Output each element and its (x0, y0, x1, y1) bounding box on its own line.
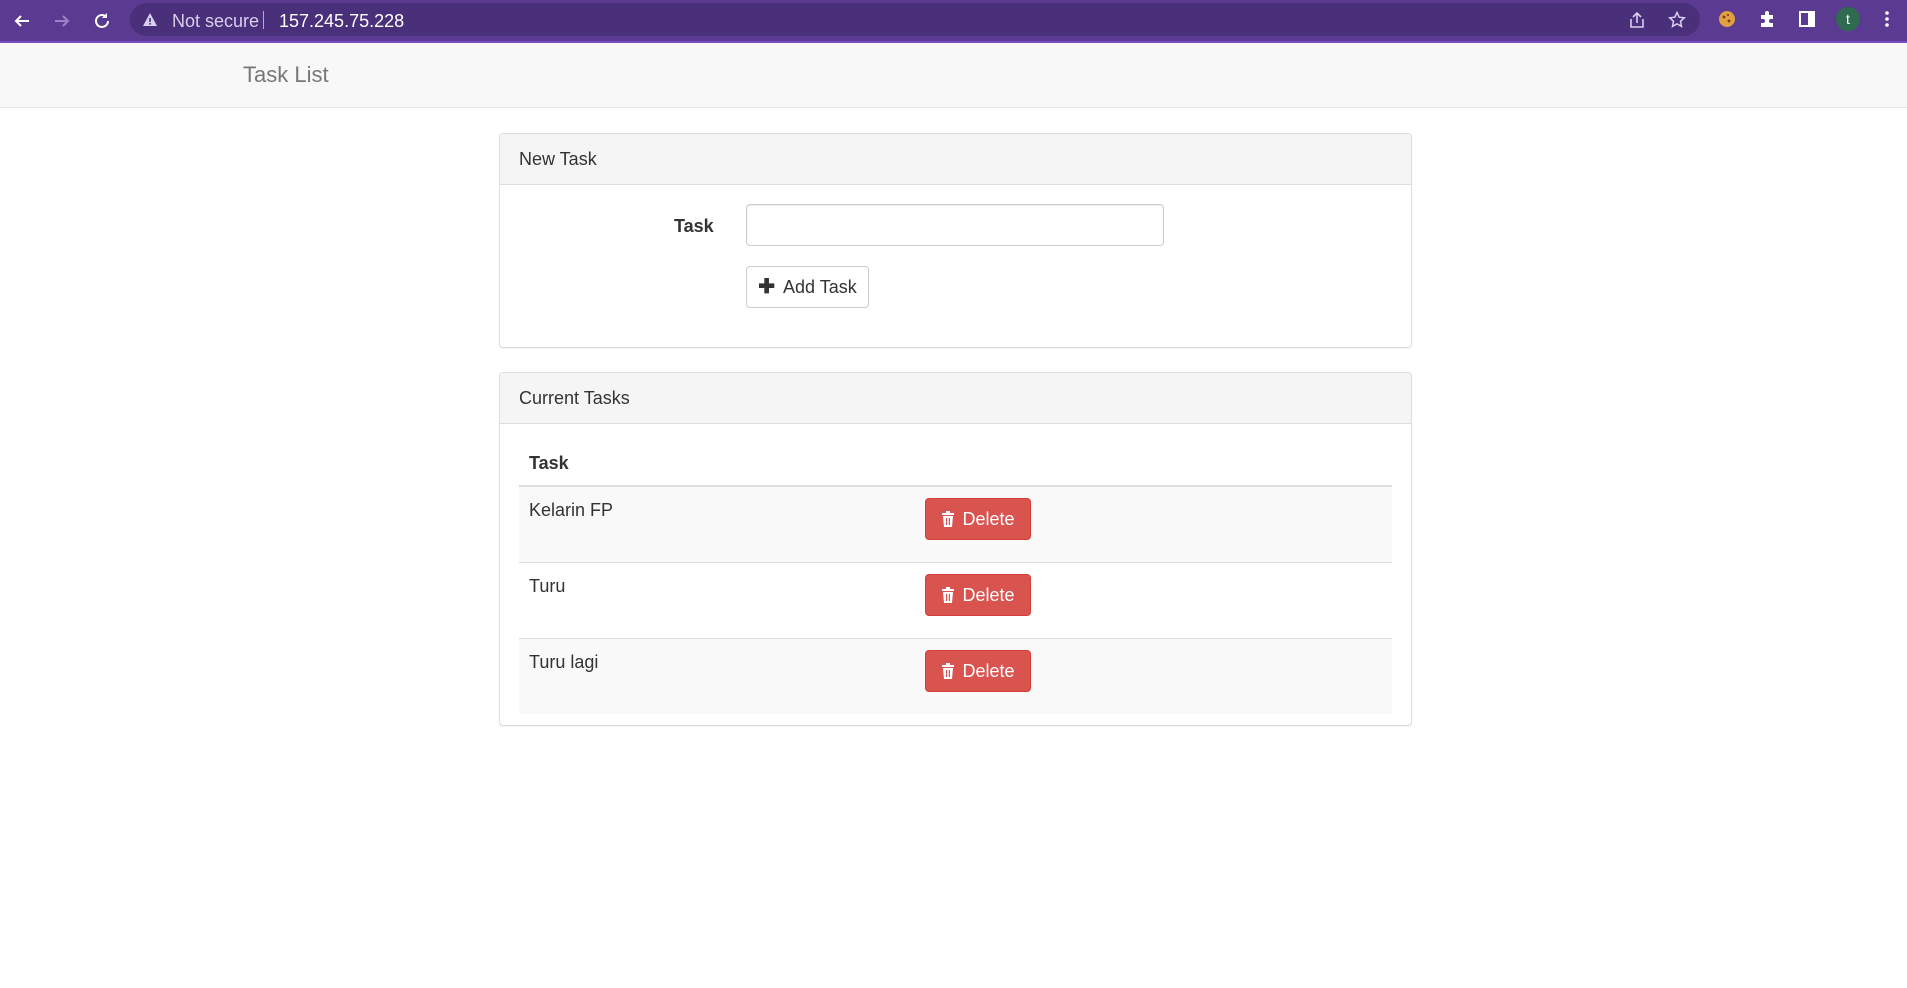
arrow-left-icon (14, 15, 29, 27)
add-task-button[interactable]: ✚ Add Task (746, 266, 869, 308)
star-icon[interactable] (1668, 11, 1686, 29)
table-row: Turu lagi Delete (519, 638, 1392, 714)
task-name: Turu (519, 562, 905, 639)
profile-avatar[interactable]: t (1836, 7, 1860, 31)
delete-task-button[interactable]: Delete (925, 650, 1031, 692)
menu-dots-icon[interactable] (1877, 9, 1897, 29)
task-field-label: Task (674, 216, 714, 236)
warning-icon (143, 13, 157, 26)
browser-toolbar: Not secure 157.245.75.228 t (0, 0, 1907, 43)
side-panel-icon[interactable] (1797, 9, 1817, 29)
delete-label: Delete (962, 508, 1015, 529)
omnibox-divider (263, 11, 264, 29)
extensions-icon[interactable] (1757, 9, 1777, 29)
trash-icon (942, 587, 955, 603)
delete-task-button[interactable]: Delete (925, 498, 1031, 540)
new-task-heading: New Task (500, 134, 1411, 185)
table-row: Kelarin FP Delete (519, 485, 1392, 563)
delete-label: Delete (962, 660, 1015, 681)
task-name-input[interactable] (746, 204, 1164, 246)
cookie-extension-icon[interactable] (1717, 9, 1737, 29)
address-bar[interactable]: Not secure 157.245.75.228 (130, 3, 1700, 36)
back-button[interactable] (9, 8, 35, 34)
current-tasks-panel: Current Tasks Task Kelarin FP Delete Tur… (499, 372, 1412, 726)
share-icon[interactable] (1628, 11, 1646, 29)
url-text[interactable]: 157.245.75.228 (279, 11, 404, 32)
arrow-right-icon (55, 15, 70, 27)
app-navbar: Task List (0, 43, 1907, 108)
current-tasks-heading: Current Tasks (500, 373, 1411, 424)
reload-button[interactable] (89, 8, 115, 34)
plus-icon: ✚ (758, 276, 776, 298)
task-name: Kelarin FP (519, 485, 905, 563)
brand-link[interactable]: Task List (243, 62, 329, 88)
add-task-label: Add Task (783, 276, 857, 297)
table-row: Turu Delete (519, 562, 1392, 639)
forward-button[interactable] (49, 8, 75, 34)
reload-icon (95, 13, 109, 28)
security-label[interactable]: Not secure (172, 11, 259, 32)
delete-task-button[interactable]: Delete (925, 574, 1031, 616)
task-name: Turu lagi (519, 638, 905, 714)
trash-icon (942, 663, 955, 679)
tasks-table: Task Kelarin FP Delete Turu Delete Turu … (519, 441, 1392, 714)
task-column-header: Task (519, 441, 1392, 487)
new-task-panel: New Task Task ✚ Add Task (499, 133, 1412, 348)
trash-icon (942, 511, 955, 527)
delete-label: Delete (962, 584, 1015, 605)
